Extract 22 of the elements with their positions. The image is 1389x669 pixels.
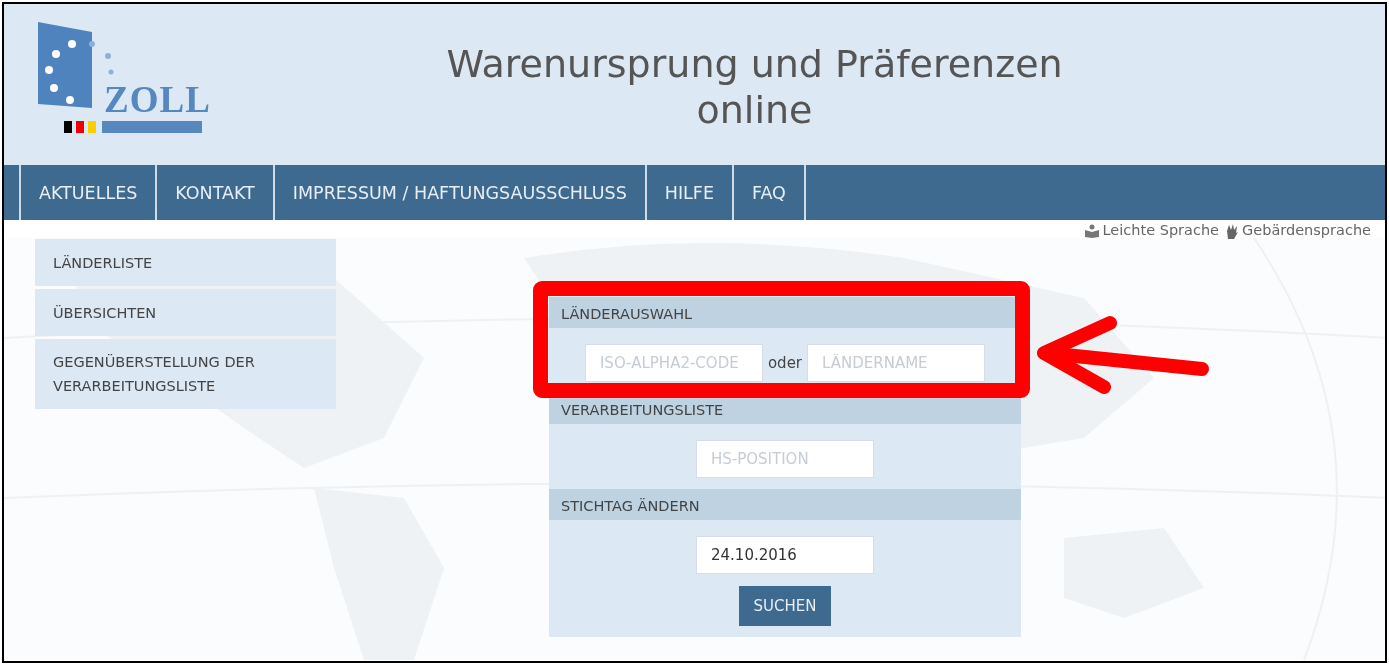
site-title: Warenursprung und Präferenzen	[446, 40, 1063, 87]
nav-link[interactable]: FAQ	[731, 165, 806, 220]
input-field[interactable]: HS-POSITION	[696, 440, 874, 478]
accessibility-link[interactable]: Gebärdensprache	[1225, 222, 1371, 239]
nav-link[interactable]: IMPRESSUM / HAFTUNGSAUSSCHLUSS	[272, 165, 645, 220]
input-field[interactable]: LÄNDERNAME	[807, 344, 986, 382]
book-icon	[1083, 223, 1100, 238]
separator-label: oder	[767, 354, 803, 372]
sidebar-item[interactable]: GEGENÜBERSTELLUNG DER VERARBEITUNGSLISTE	[35, 339, 336, 409]
accessibility-link[interactable]: Leichte Sprache	[1083, 222, 1220, 239]
site-title: online	[696, 86, 813, 133]
section-header: STICHTAG ÄNDERN	[549, 489, 1021, 520]
search-button[interactable]: SUCHEN	[739, 586, 831, 626]
nav-link[interactable]: AKTUELLES	[19, 165, 156, 220]
sidebar-item[interactable]: LÄNDERLISTE	[35, 239, 336, 286]
logo-text: ZOLL	[104, 80, 211, 120]
hand-icon	[1225, 222, 1240, 239]
sidebar-item[interactable]: ÜBERSICHTEN	[35, 289, 336, 336]
nav-link[interactable]: HILFE	[644, 165, 732, 220]
input-field[interactable]: ISO-ALPHA2-CODE	[584, 344, 763, 382]
input-field[interactable]: 24.10.2016	[696, 536, 874, 574]
nav-link[interactable]: KONTAKT	[155, 165, 273, 220]
